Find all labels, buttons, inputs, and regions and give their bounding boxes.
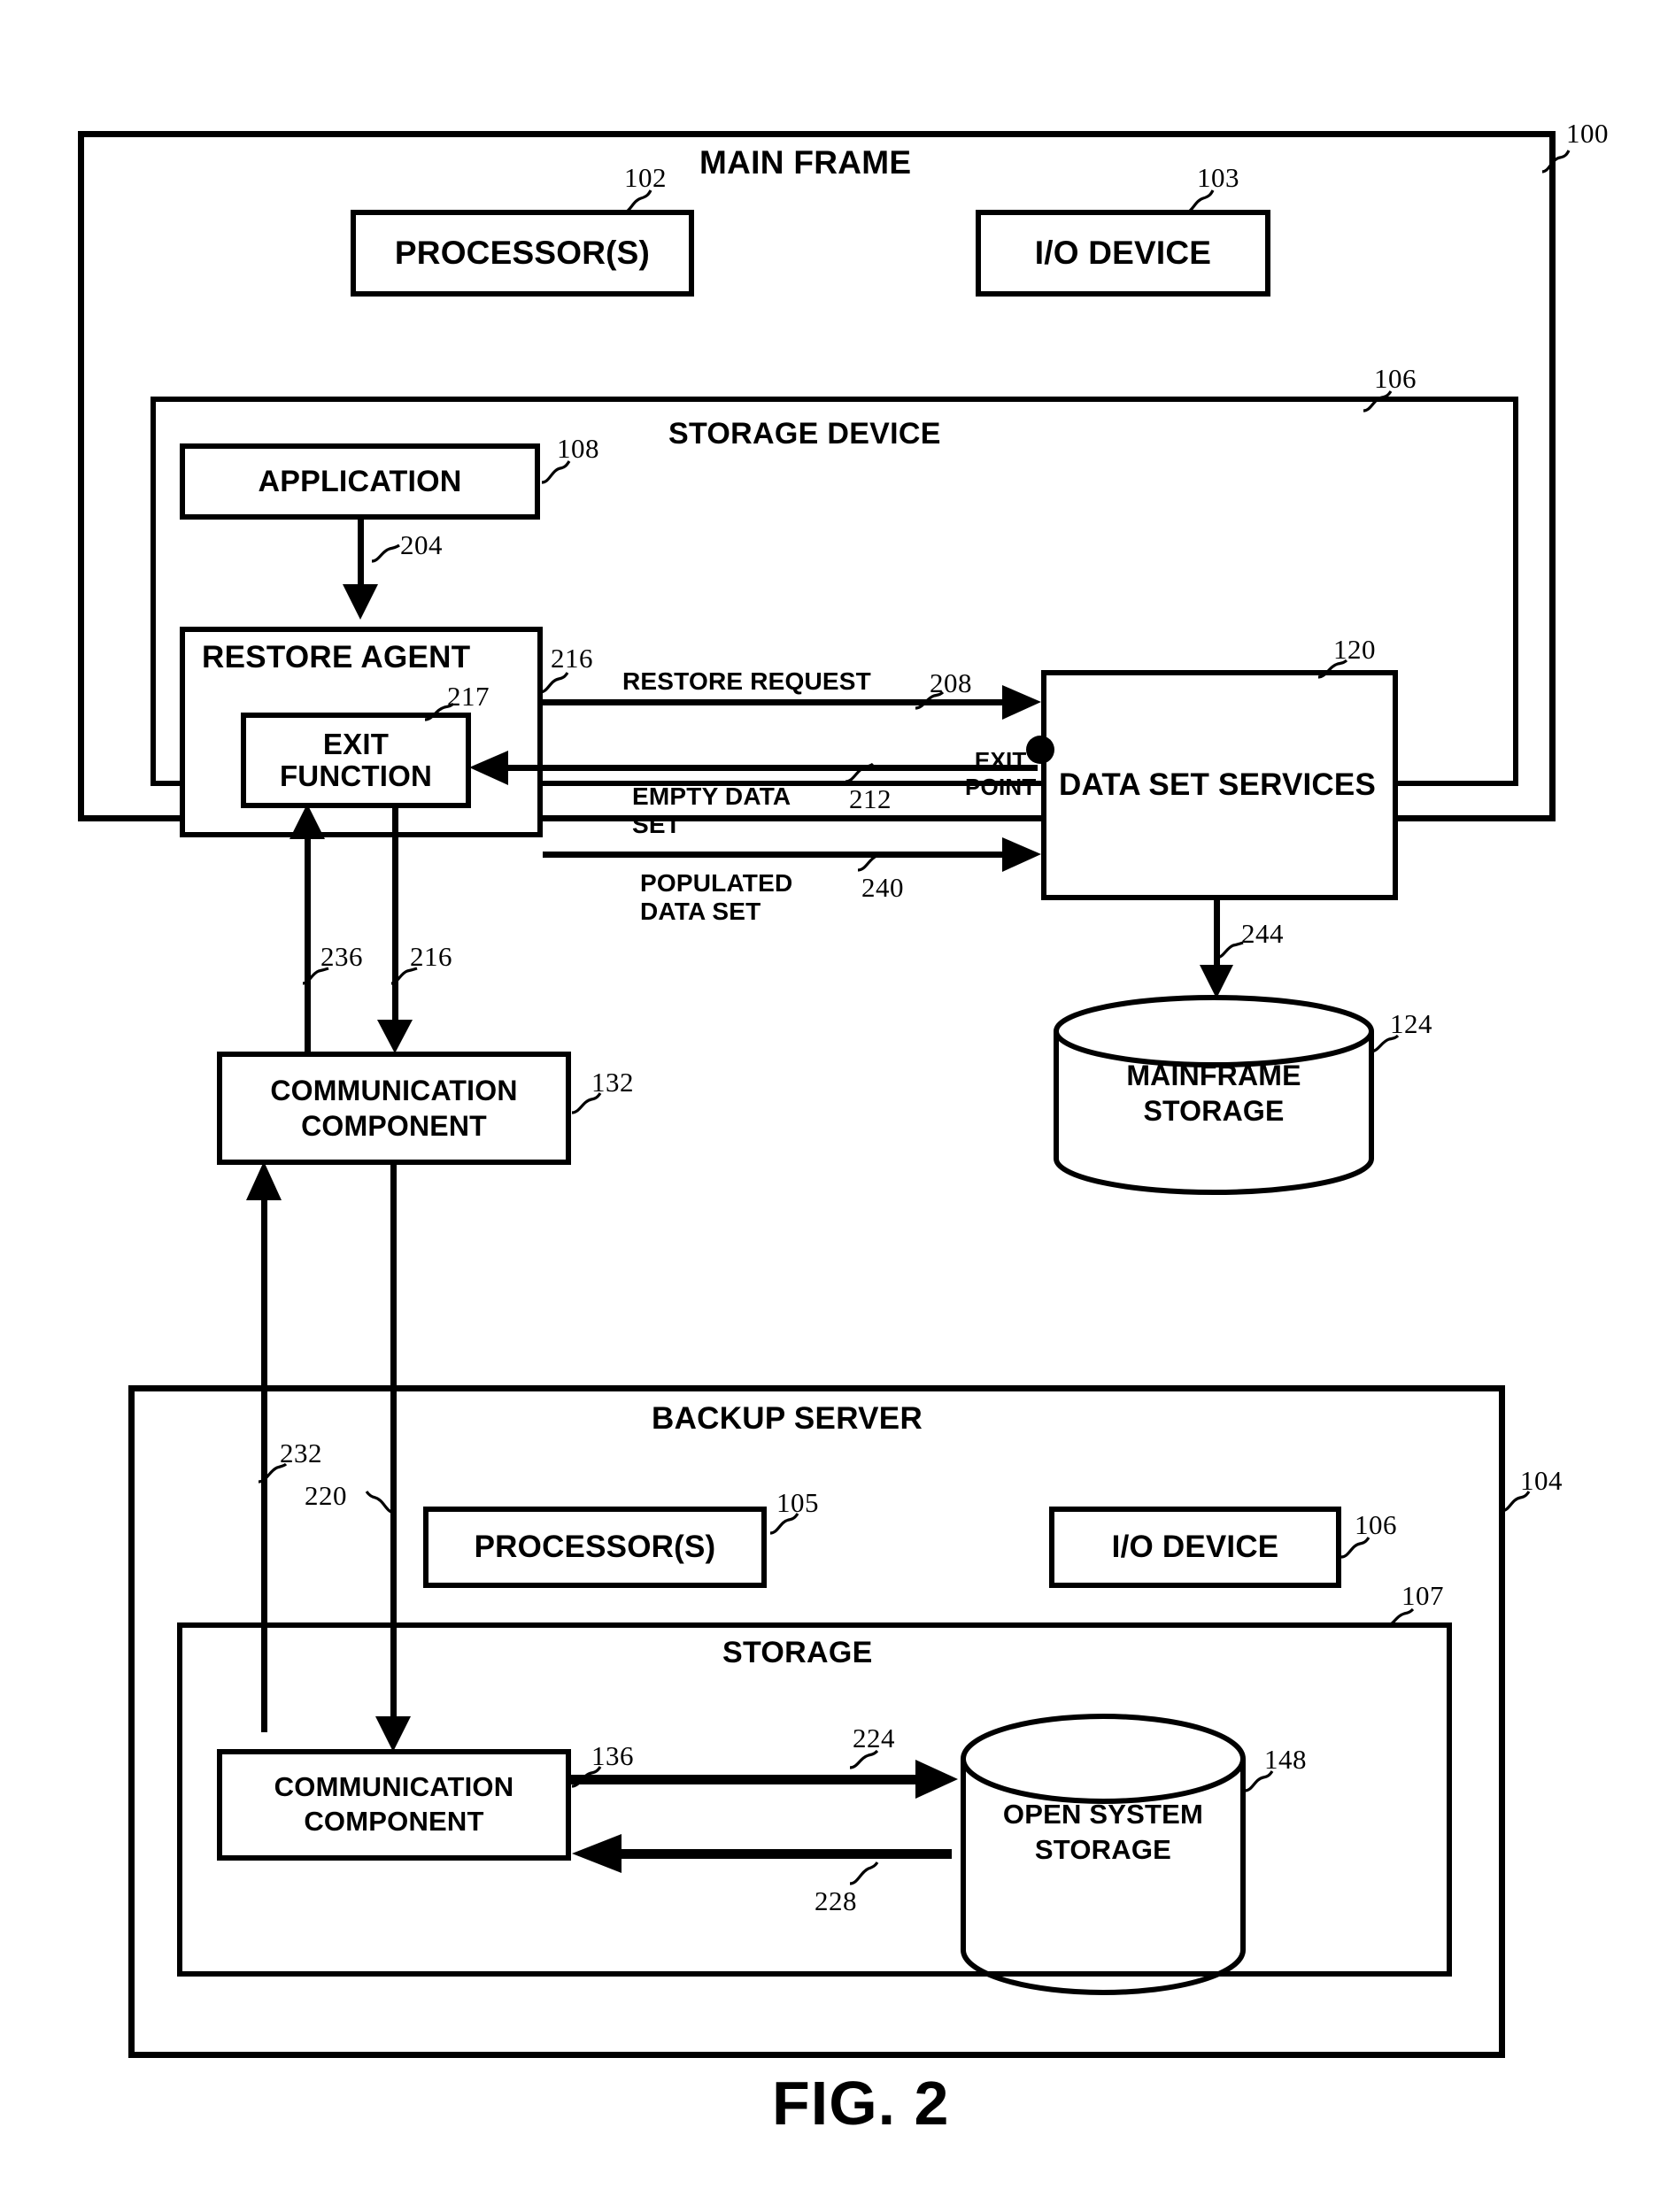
mainframe-comm-component-ref-132: 132 bbox=[591, 1067, 634, 1098]
arrow-224-shaft bbox=[571, 1775, 930, 1784]
exit-point-label: EXIT POINT bbox=[965, 747, 1037, 800]
link-232-arrowhead bbox=[246, 1161, 282, 1200]
flow-ref-216-down: 216 bbox=[410, 941, 452, 972]
flow-ref-224: 224 bbox=[853, 1723, 895, 1753]
populated-data-set-label: POPULATED DATA SET bbox=[640, 869, 793, 926]
backup-server-ref-104: 104 bbox=[1520, 1465, 1563, 1496]
mainframe-io-device-label: I/O DEVICE bbox=[1034, 235, 1212, 272]
mainframe-processors-ref-102: 102 bbox=[624, 162, 667, 193]
flow-ref-244: 244 bbox=[1241, 918, 1284, 949]
backup-processors-label: PROCESSOR(S) bbox=[474, 1530, 716, 1565]
arrow-216-shaft bbox=[392, 808, 398, 985]
application-ref-108: 108 bbox=[557, 433, 599, 464]
backup-io-device-ref-106: 106 bbox=[1355, 1509, 1397, 1540]
figure-caption: FIG. 2 bbox=[772, 2069, 950, 2138]
backup-io-device-label: I/O DEVICE bbox=[1111, 1530, 1279, 1565]
backup-server-title: BACKUP SERVER bbox=[652, 1401, 923, 1436]
data-set-services-label: DATA SET SERVICES bbox=[1059, 767, 1376, 803]
arrow-204-shaft bbox=[358, 520, 364, 590]
data-set-services-ref-120: 120 bbox=[1333, 634, 1376, 665]
mainframe-io-device-ref-103: 103 bbox=[1197, 162, 1239, 193]
open-system-storage-label: OPEN SYSTEM STORAGE bbox=[1002, 1799, 1204, 1866]
mainframe-processors-label: PROCESSOR(S) bbox=[394, 235, 651, 272]
empty-data-set-label: EMPTY DATA SET bbox=[632, 782, 791, 839]
arrow-244-shaft bbox=[1214, 900, 1220, 969]
backup-comm-component-ref-136: 136 bbox=[591, 1740, 634, 1771]
data-set-services-box: DATA SET SERVICES bbox=[1041, 670, 1398, 900]
mainframe-ref-100: 100 bbox=[1566, 118, 1609, 149]
mainframe-storage-label: MAINFRAME STORAGE bbox=[1126, 1060, 1301, 1127]
backup-processors-box: PROCESSOR(S) bbox=[423, 1507, 767, 1588]
mainframe-storage-label-wrap: MAINFRAME STORAGE bbox=[1050, 1058, 1378, 1129]
flow-ref-204: 204 bbox=[400, 529, 443, 560]
arrow-216-head bbox=[377, 981, 413, 1053]
mainframe-comm-component-box: COMMUNICATION COMPONENT bbox=[217, 1052, 571, 1165]
arrow-208-shaft bbox=[543, 699, 1028, 705]
mainframe-processors-box: PROCESSOR(S) bbox=[351, 210, 694, 297]
mainframe-io-device-box: I/O DEVICE bbox=[976, 210, 1270, 297]
flow-ref-236: 236 bbox=[320, 941, 363, 972]
mainframe-storage-ref-124: 124 bbox=[1390, 1008, 1432, 1039]
arrow-212-shaft bbox=[496, 765, 1038, 771]
backup-processors-ref-105: 105 bbox=[776, 1487, 819, 1518]
application-box: APPLICATION bbox=[180, 443, 540, 520]
exit-function-ref-217: 217 bbox=[447, 681, 490, 712]
storage-device-ref-106: 106 bbox=[1374, 363, 1417, 394]
arrow-236-shaft bbox=[305, 836, 311, 1053]
backup-comm-component-box: COMMUNICATION COMPONENT bbox=[217, 1749, 571, 1861]
application-label: APPLICATION bbox=[258, 464, 462, 498]
backup-io-device-box: I/O DEVICE bbox=[1049, 1507, 1341, 1588]
mainframe-comm-component-label: COMMUNICATION COMPONENT bbox=[270, 1075, 518, 1142]
mainframe-title: MAIN FRAME bbox=[699, 144, 912, 181]
exit-function-label: EXIT FUNCTION bbox=[279, 728, 433, 792]
flow-ref-212: 212 bbox=[849, 783, 892, 814]
arrow-228-shaft bbox=[620, 1849, 952, 1859]
flow-ref-208: 208 bbox=[930, 667, 972, 698]
restore-agent-label: RESTORE AGENT bbox=[202, 640, 471, 674]
flow-ref-240: 240 bbox=[861, 872, 904, 903]
open-system-storage-label-wrap: OPEN SYSTEM STORAGE bbox=[957, 1797, 1249, 1869]
restore-request-label: RESTORE REQUEST bbox=[622, 667, 871, 695]
backup-comm-component-label: COMMUNICATION COMPONENT bbox=[274, 1771, 514, 1837]
patent-figure-page: MAIN FRAME 100 PROCESSOR(S) 102 I/O DEVI… bbox=[0, 0, 1660, 2212]
exit-function-box: EXIT FUNCTION bbox=[241, 713, 471, 808]
backup-storage-ref-107: 107 bbox=[1401, 1580, 1444, 1611]
storage-device-title: STORAGE DEVICE bbox=[668, 417, 941, 451]
restore-agent-ref-216: 216 bbox=[551, 643, 593, 674]
open-system-storage-ref-148: 148 bbox=[1264, 1744, 1307, 1775]
backup-storage-title: STORAGE bbox=[722, 1636, 873, 1669]
flow-ref-228: 228 bbox=[815, 1885, 857, 1916]
arrow-240-shaft bbox=[543, 852, 1028, 858]
